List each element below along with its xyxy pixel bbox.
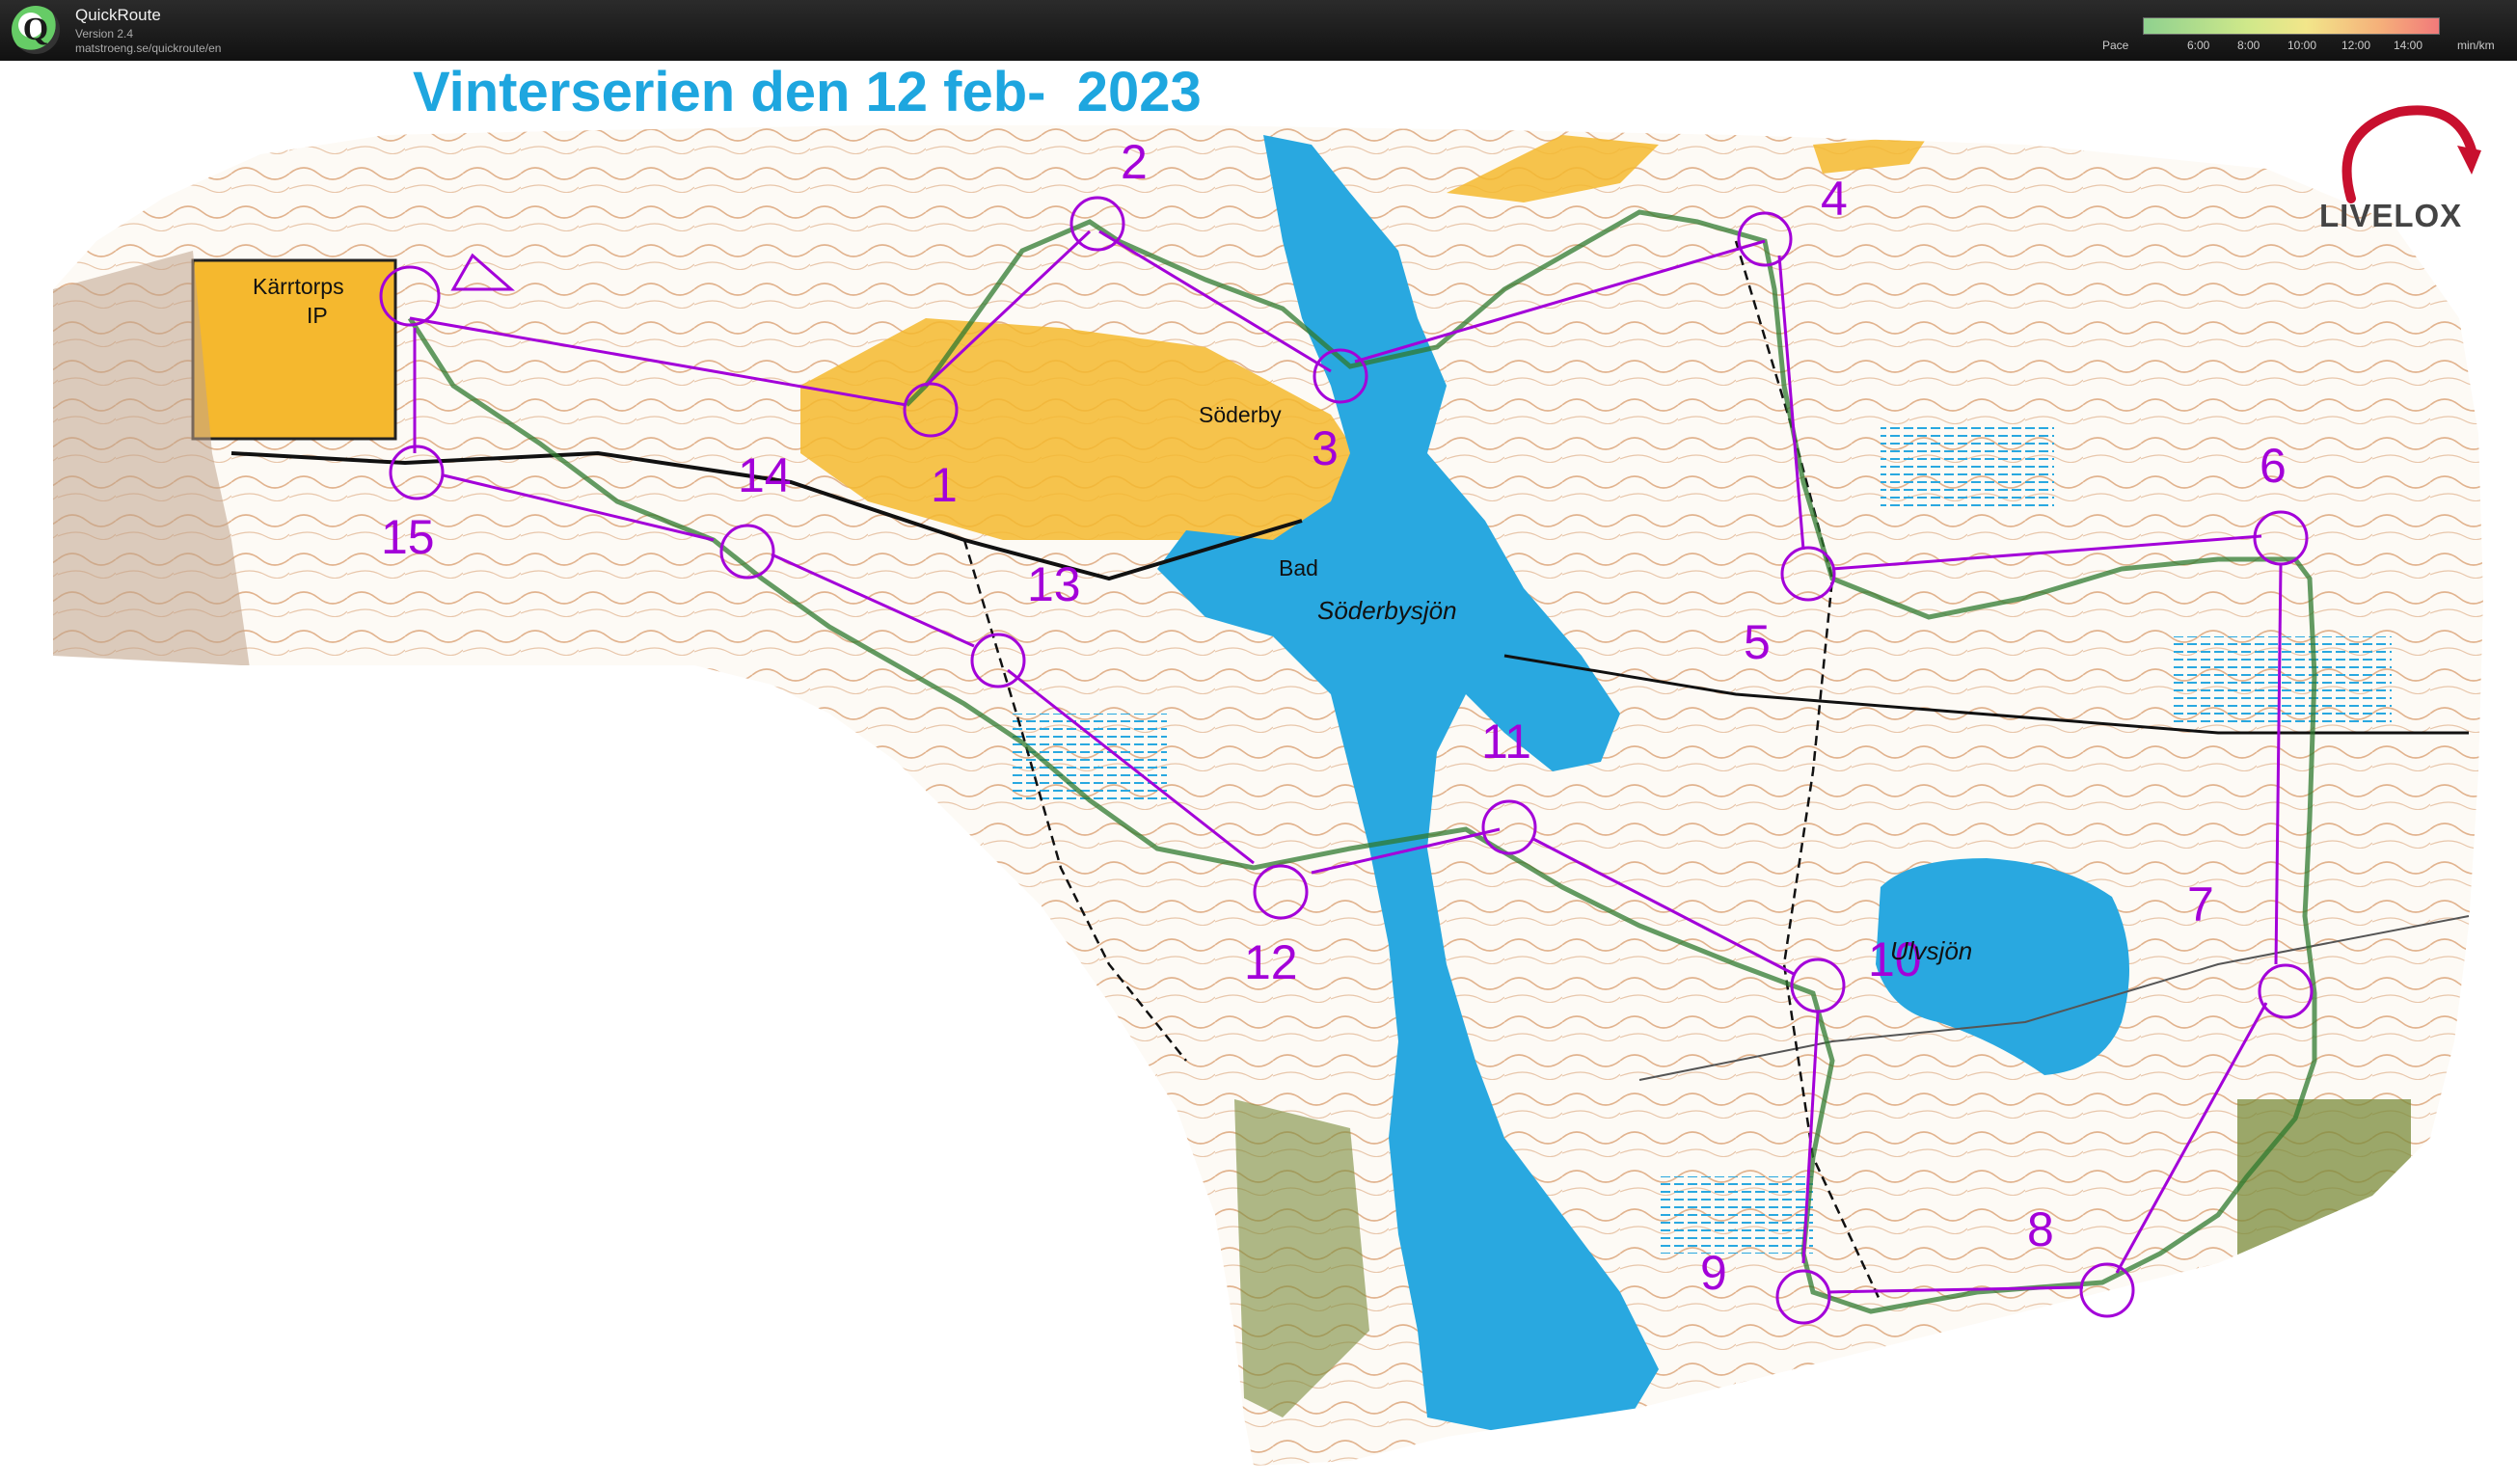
pace-tick: 6:00 bbox=[2187, 39, 2210, 52]
pace-tick: 14:00 bbox=[2394, 39, 2423, 52]
app-url: matstroeng.se/quickroute/en bbox=[75, 41, 222, 55]
pace-unit: min/km bbox=[2457, 39, 2495, 52]
residential-area bbox=[2237, 1099, 2411, 1282]
lake-name: Ulvsjön bbox=[1890, 936, 1972, 965]
lake-name: Söderbysjön bbox=[1317, 596, 1457, 625]
pace-tick: 10:00 bbox=[2287, 39, 2317, 52]
control-number-2: 2 bbox=[1121, 135, 1148, 189]
app-version: Version 2.4 bbox=[75, 27, 134, 40]
control-number-9: 9 bbox=[1700, 1246, 1727, 1300]
marsh bbox=[1659, 1176, 1813, 1254]
map-title: Vinterserien den 12 feb- 2023 bbox=[413, 61, 1202, 123]
control-number-14: 14 bbox=[738, 448, 792, 502]
control-number-11: 11 bbox=[1481, 715, 1531, 769]
control-number-1: 1 bbox=[931, 458, 958, 512]
control-number-4: 4 bbox=[1821, 172, 1848, 226]
control-number-5: 5 bbox=[1744, 615, 1771, 669]
pace-label: Pace bbox=[2102, 39, 2129, 52]
orienteering-map[interactable]: 1 2 3 4 5 6 7 8 9 10 11 12 13 14 15 Kärr… bbox=[0, 61, 2517, 1484]
control-number-8: 8 bbox=[2027, 1202, 2054, 1256]
control-number-3: 3 bbox=[1312, 421, 1339, 475]
app-name: QuickRoute bbox=[75, 6, 161, 24]
pace-tick: 12:00 bbox=[2341, 39, 2371, 52]
place-name: Kärrtorps bbox=[253, 274, 344, 299]
pace-tick: 8:00 bbox=[2237, 39, 2260, 52]
control-number-12: 12 bbox=[1244, 935, 1298, 989]
place-name: IP bbox=[307, 303, 328, 328]
app-titlebar: Q QuickRoute Version 2.4 matstroeng.se/q… bbox=[0, 0, 2517, 61]
control-number-13: 13 bbox=[1027, 557, 1081, 611]
pace-color-scale bbox=[2143, 17, 2440, 35]
place-name: Söderby bbox=[1199, 402, 1282, 427]
control-number-7: 7 bbox=[2187, 877, 2214, 931]
livelox-logo-text: LIVELOX bbox=[2319, 198, 2463, 233]
control-number-15: 15 bbox=[381, 510, 435, 564]
place-name: Bad bbox=[1279, 555, 1318, 580]
marsh bbox=[1881, 424, 2054, 511]
control-number-6: 6 bbox=[2260, 439, 2287, 493]
quickroute-logo-icon: Q bbox=[12, 6, 60, 54]
map-terrain bbox=[53, 125, 2483, 1466]
